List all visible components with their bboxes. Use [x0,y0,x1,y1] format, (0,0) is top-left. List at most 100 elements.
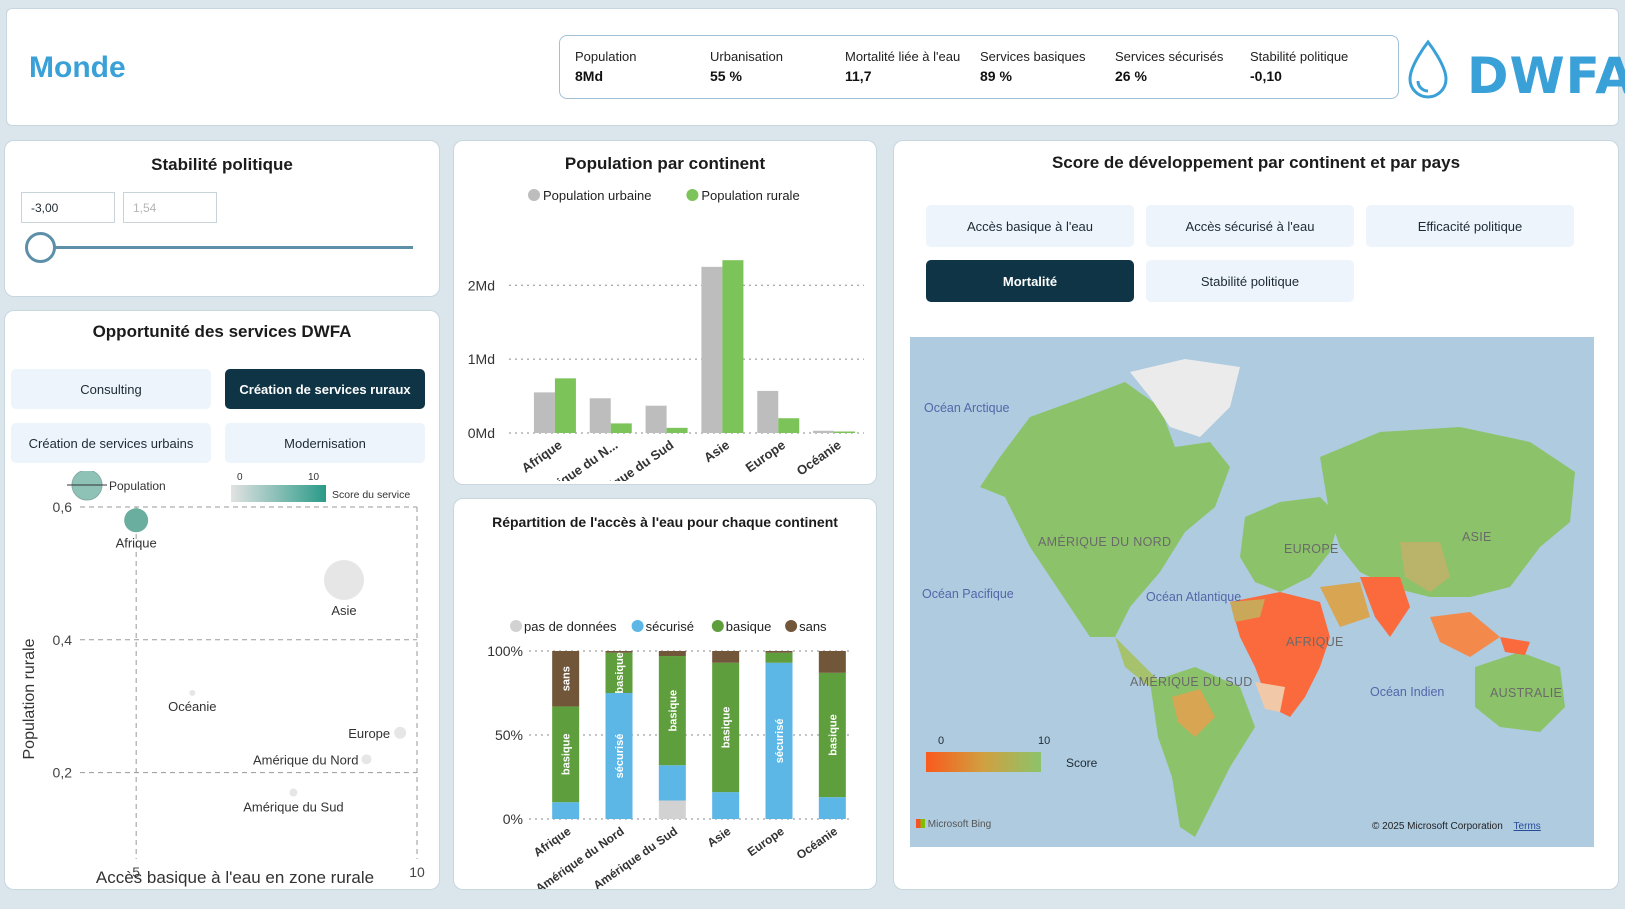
continent-label: ASIE [1462,530,1492,544]
slicer-title: Stabilité politique [151,155,293,174]
btn-stabilite-politique[interactable]: Stabilité politique [1146,260,1354,302]
btn-consulting[interactable]: Consulting [11,369,211,409]
bar [757,390,779,433]
legend-swatch [785,620,798,632]
world-map[interactable]: Océan Arctique Océan Pacifique Océan Atl… [910,337,1594,847]
stack-segment [712,792,740,819]
ocean-label: Océan Indien [1370,685,1445,699]
scatter-point [394,726,407,739]
segment-label: sécurisé [774,719,786,764]
btn-acces-basique[interactable]: Accès basique à l'eau [926,205,1134,247]
continent-label: EUROPE [1284,542,1339,556]
map-title: Score de développement par continent et … [1051,153,1461,172]
ocean-label: Océan Atlantique [1146,590,1242,604]
point-label: Océanie [168,699,216,714]
point-label: Asie [331,603,356,618]
svg-text:0: 0 [237,472,243,483]
legend-size-label: Population [109,479,166,493]
copyright: © 2025 Microsoft Corporation Terms [1372,821,1541,832]
legend-color: 0 10 Score du service [231,472,410,502]
bar [666,427,688,433]
range-min-input[interactable]: -3,00 [21,192,115,223]
category-label: Europe [743,437,788,475]
logo: DWFA [1467,47,1625,105]
kpi-mortalite: Mortalité liée à l'eau 11,7 [845,49,961,84]
opportunity-card: Opportunité des services DWFA Consulting… [4,310,440,890]
opportunity-title: Opportunité des services DWFA [92,322,352,341]
segment-label: sans [561,666,573,691]
stack-segment [658,651,686,657]
kpi-urbanisation: Urbanisation 55 % [710,49,783,84]
legend-label: pas de données [524,619,617,634]
kpi-services-basiques: Services basiques 89 % [980,49,1086,84]
bar [722,260,744,433]
y-tick-label: 0,2 [53,765,73,781]
legend-label: Population rurale [701,188,799,203]
bar [589,398,611,433]
legend-swatch [528,189,540,201]
stack-segment [818,797,846,819]
range-handle[interactable] [25,232,56,263]
terms-link[interactable]: Terms [1514,821,1541,832]
btn-creation-ruraux[interactable]: Création de services ruraux [225,369,425,409]
water-access-chart: pas de données sécurisé basique sans 0% 50% 1… [487,619,849,889]
stack-segment [552,802,580,819]
population-card: Population par continent Population urba… [453,140,877,485]
segment-label: basique [721,707,733,749]
btn-modernisation[interactable]: Modernisation [225,423,425,463]
scatter-ylabel: Population rurale [21,638,38,759]
legend-label: sécurisé [646,619,694,634]
scatter-point [323,560,364,601]
scatter-xlabel: Accès basique à l'eau en zone rurale [96,868,374,887]
btn-acces-securise[interactable]: Accès sécurisé à l'eau [1146,205,1354,247]
stack-segment [605,651,633,653]
bar [533,392,555,433]
water-access-card: Répartition de l'accès à l'eau pour chaq… [453,498,877,890]
y-tick-label: 0,4 [53,632,73,648]
water-title: Répartition de l'accès à l'eau pour chaq… [492,514,838,530]
kpi-population: Population 8Md [575,49,637,84]
bar [834,431,856,433]
kpi-panel: Population 8Md Urbanisation 55 % Mortalité… [559,35,1399,99]
map-card: Score de développement par continent et … [893,140,1619,890]
bar [645,405,667,433]
btn-mortalite[interactable]: Mortalité [926,260,1134,302]
bar [813,430,835,433]
scatter-point [189,689,196,696]
category-label: Océanie [794,824,841,862]
segment-label: basique [561,734,573,776]
y-tick-label: 2Md [468,277,495,293]
header-bar: Monde Population 8Md Urbanisation 55 % Mor… [6,8,1625,126]
segment-label: basique [827,714,839,756]
point-label: Amérique du Nord [253,752,359,767]
segment-label: basique [614,652,626,694]
bar [701,266,723,433]
legend-swatch [686,189,699,201]
continent-label: AMÉRIQUE DU NORD [1038,535,1172,549]
bar [610,423,632,433]
bing-logo: Microsoft Bing [916,819,991,830]
category-label: Asie [705,824,734,850]
category-label: Asie [701,437,732,465]
continent-label: AMÉRIQUE DU SUD [1130,675,1253,689]
range-track[interactable] [41,246,413,249]
point-label: Europe [348,726,390,741]
ocean-label: Océan Arctique [924,401,1010,415]
y-tick-label: 0% [503,811,523,827]
btn-efficacite-politique[interactable]: Efficacité politique [1366,205,1574,247]
continent-label: AFRIQUE [1286,635,1344,649]
population-chart: Population urbaine Population rurale 0Md 1… [468,188,864,481]
legend-label: sans [799,619,827,634]
stack-segment [765,652,793,663]
legend-size: Population [67,471,166,501]
stack-segment [765,651,793,653]
legend-swatch [711,620,724,632]
scatter-point [124,508,149,533]
kpi-stabilite: Stabilité politique -0,10 [1250,49,1349,84]
scatter-point [289,788,298,797]
range-max-input[interactable]: 1,54 [123,192,217,223]
population-title: Population par continent [564,154,766,173]
kpi-services-securises: Services sécurisés 26 % [1115,49,1224,84]
btn-creation-urbains[interactable]: Création de services urbains [11,423,211,463]
legend-label: Population urbaine [543,188,651,203]
